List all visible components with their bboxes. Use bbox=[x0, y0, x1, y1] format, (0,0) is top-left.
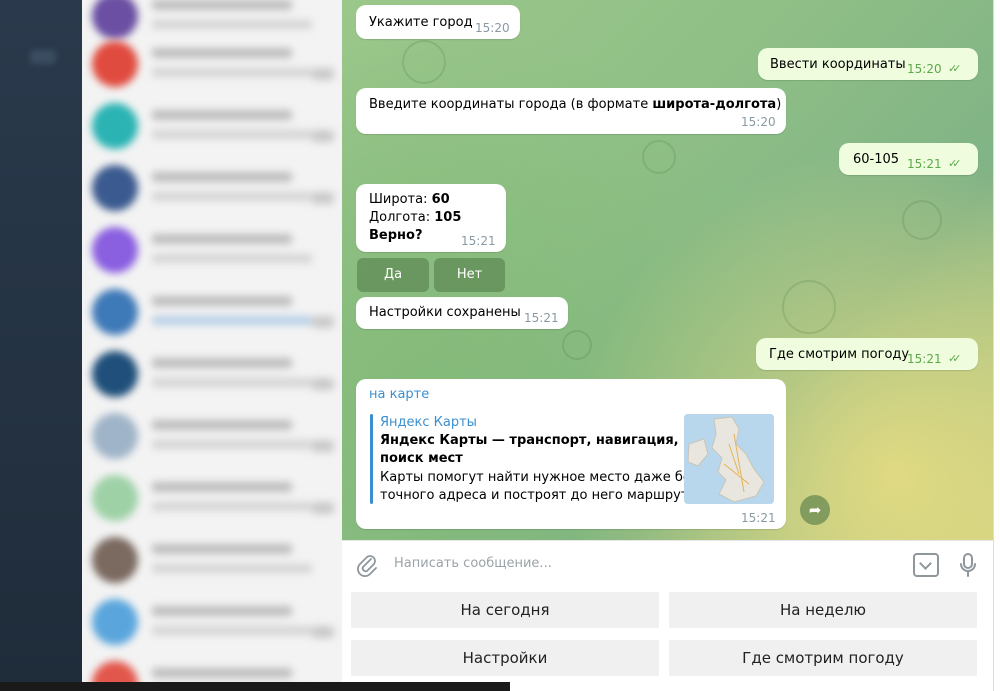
avatar bbox=[92, 103, 138, 149]
background-doodle bbox=[402, 40, 446, 84]
reply-keyboard: На сегодня На неделю Настройки Где смотр… bbox=[342, 588, 993, 691]
message-outgoing: Где смотрим погоду 15:21 ✓✓ bbox=[756, 338, 978, 370]
message-text: Где смотрим погоду bbox=[769, 347, 910, 362]
chat-list-item[interactable] bbox=[82, 96, 342, 158]
message-time: 15:20 bbox=[475, 21, 510, 35]
message-link-preview: на карте Яндекс Карты Яндекс Карты — тра… bbox=[356, 379, 786, 529]
latitude-line: Широта: 60 bbox=[369, 192, 450, 207]
message-time: 15:21 bbox=[907, 157, 942, 171]
week-button[interactable]: На неделю bbox=[669, 592, 977, 628]
message-incoming: Широта: 60 Долгота: 105 Верно? 15:21 bbox=[356, 184, 506, 252]
share-arrow-icon[interactable]: ➦ bbox=[800, 495, 830, 525]
today-button[interactable]: На сегодня bbox=[351, 592, 659, 628]
message-time: 15:21 bbox=[524, 311, 559, 325]
longitude-line: Долгота: 105 bbox=[369, 210, 462, 225]
message-time: 15:21 bbox=[741, 511, 776, 525]
message-outgoing: Ввести координаты 15:20 ✓✓ bbox=[758, 48, 978, 80]
avatar bbox=[92, 41, 138, 87]
message-text: Укажите город bbox=[369, 15, 473, 30]
avatar bbox=[92, 475, 138, 521]
background-window-strip bbox=[0, 682, 510, 691]
preview-site-name[interactable]: Яндекс Карты bbox=[380, 414, 477, 432]
paperclip-icon[interactable] bbox=[356, 553, 378, 577]
keyboard-toggle-icon[interactable] bbox=[913, 553, 939, 577]
where-weather-button[interactable]: Где смотрим погоду bbox=[669, 640, 977, 676]
message-composer: Написать сообщение... bbox=[342, 540, 993, 589]
message-text: Введите координаты города (в формате шир… bbox=[369, 97, 782, 112]
inline-button-yes[interactable]: Да bbox=[357, 258, 429, 292]
folders-sidebar bbox=[0, 0, 82, 691]
confirm-question: Верно? bbox=[369, 228, 423, 243]
message-input[interactable]: Написать сообщение... bbox=[394, 556, 552, 571]
avatar bbox=[92, 165, 138, 211]
read-check-icon: ✓✓ bbox=[948, 62, 962, 75]
message-link[interactable]: на карте bbox=[369, 386, 429, 404]
read-check-icon: ✓✓ bbox=[948, 352, 962, 365]
avatar bbox=[92, 227, 138, 273]
message-text: 60-105 bbox=[853, 152, 900, 167]
avatar bbox=[92, 351, 138, 397]
microphone-icon[interactable] bbox=[958, 552, 978, 578]
message-incoming: Укажите город 15:20 bbox=[356, 5, 520, 39]
chat-list bbox=[82, 0, 342, 691]
chat-list-item[interactable] bbox=[82, 344, 342, 406]
chat-list-item[interactable] bbox=[82, 282, 342, 344]
avatar bbox=[92, 537, 138, 583]
chat-list-item[interactable] bbox=[82, 406, 342, 468]
chat-list-item[interactable] bbox=[82, 530, 342, 592]
background-doodle bbox=[642, 140, 676, 174]
message-outgoing: 60-105 15:21 ✓✓ bbox=[839, 143, 978, 175]
background-doodle bbox=[902, 200, 942, 240]
inline-button-no[interactable]: Нет bbox=[434, 258, 505, 292]
background-window-edge bbox=[993, 0, 1000, 691]
preview-map-thumbnail[interactable] bbox=[684, 414, 774, 504]
chat-list-item[interactable] bbox=[82, 158, 342, 220]
avatar bbox=[92, 413, 138, 459]
background-doodle bbox=[562, 330, 592, 360]
message-time: 15:21 bbox=[461, 234, 496, 248]
preview-accent-bar bbox=[370, 414, 373, 504]
avatar bbox=[92, 599, 138, 645]
chat-history: Укажите город 15:20 Ввести координаты 15… bbox=[342, 0, 993, 540]
message-text: Ввести координаты bbox=[770, 57, 906, 72]
chat-list-item[interactable] bbox=[82, 592, 342, 654]
settings-button[interactable]: Настройки bbox=[351, 640, 659, 676]
message-time: 15:20 bbox=[741, 115, 776, 129]
folder-icon bbox=[30, 50, 56, 64]
avatar bbox=[92, 289, 138, 335]
message-time: 15:21 bbox=[907, 352, 942, 366]
chat-list-item[interactable] bbox=[82, 468, 342, 530]
message-incoming: Введите координаты города (в формате шир… bbox=[356, 88, 786, 134]
preview-description: Карты помогут найти нужное место даже бе… bbox=[380, 470, 698, 485]
message-time: 15:20 bbox=[907, 62, 942, 76]
message-text: Настройки сохранены bbox=[369, 305, 521, 320]
read-check-icon: ✓✓ bbox=[948, 157, 962, 170]
preview-title-continued: поиск мест bbox=[380, 451, 463, 466]
message-incoming: Настройки сохранены 15:21 bbox=[356, 297, 568, 329]
preview-title: Яндекс Карты — транспорт, навигация, bbox=[380, 433, 679, 448]
preview-description-continued: точного адреса и построят до него маршру… bbox=[380, 488, 705, 503]
background-doodle bbox=[782, 280, 836, 334]
chat-list-item[interactable] bbox=[82, 220, 342, 282]
chat-list-item[interactable] bbox=[82, 34, 342, 96]
